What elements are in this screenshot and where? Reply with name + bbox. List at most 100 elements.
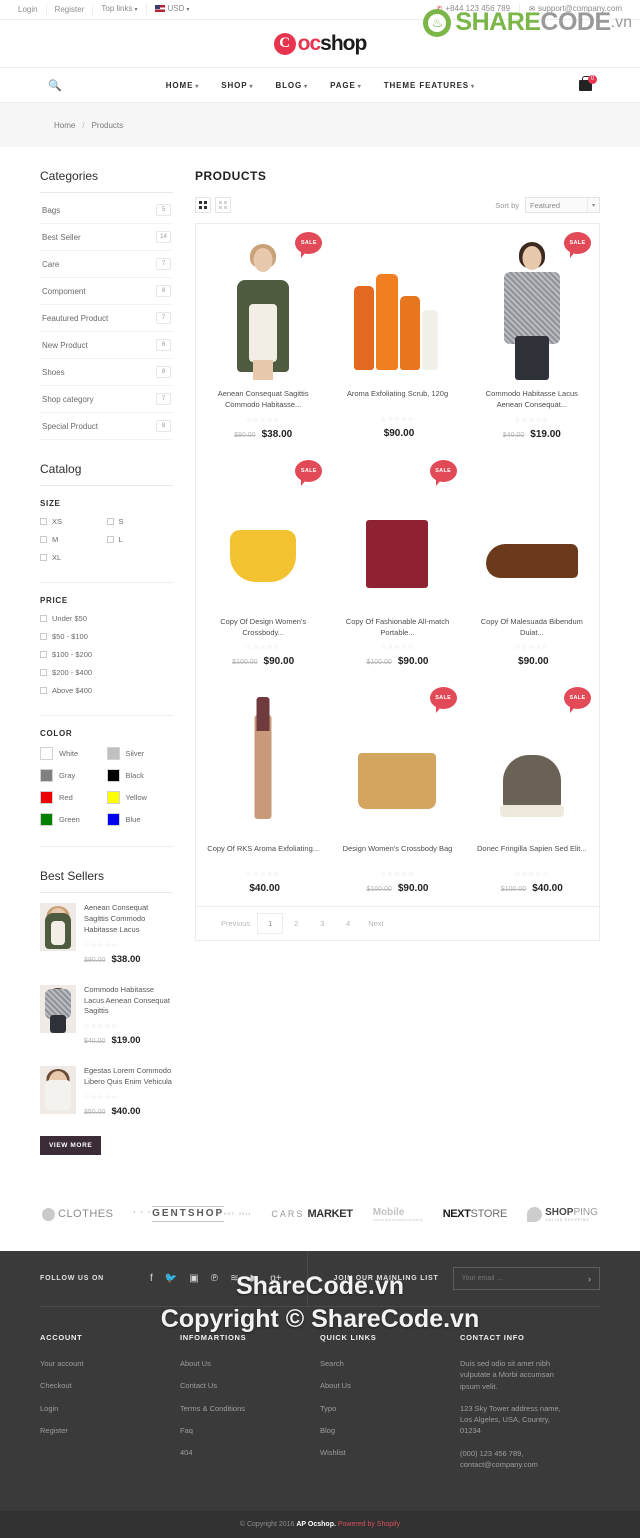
product-card[interactable]: Aroma Exfoliating Scrub, 120g ☆☆☆☆☆ $90.… — [330, 224, 464, 452]
color-option-green[interactable]: Green — [40, 813, 107, 826]
sidebar-item-care[interactable]: Care 7 — [40, 251, 173, 278]
checkbox[interactable] — [40, 687, 47, 694]
list-view-button[interactable] — [215, 197, 231, 213]
checkbox[interactable] — [106, 536, 114, 543]
rss-icon[interactable]: ≋ — [230, 1273, 238, 1284]
color-option-silver[interactable]: Silver — [106, 747, 174, 760]
grid-view-button[interactable] — [195, 197, 211, 213]
color-option-black[interactable]: Black — [106, 769, 174, 782]
checkbox[interactable] — [106, 518, 114, 525]
checkbox[interactable] — [40, 669, 47, 676]
color-swatch[interactable] — [40, 813, 53, 826]
color-option-white[interactable]: White — [40, 747, 107, 760]
color-option-yellow[interactable]: Yellow — [106, 791, 174, 804]
footer-link-terms[interactable]: Terms & Conditions — [180, 1403, 320, 1414]
sidebar-item-new-product[interactable]: New Product 6 — [40, 332, 173, 359]
footer-link-your-account[interactable]: Your account — [40, 1358, 180, 1369]
pagination-page-4[interactable]: 4 — [335, 913, 361, 934]
site-logo[interactable]: C oc shop — [273, 32, 367, 56]
pinterest-icon[interactable]: ℗ — [211, 1273, 218, 1284]
sidebar-item-shoes[interactable]: Shoes 8 — [40, 359, 173, 386]
checkbox[interactable] — [40, 536, 47, 543]
breadcrumb-home[interactable]: Home — [54, 121, 75, 130]
checkbox[interactable] — [40, 633, 47, 640]
color-swatch[interactable] — [40, 747, 53, 760]
footer-link-typo[interactable]: Typo — [320, 1403, 460, 1414]
sort-select[interactable]: Featured ▾ — [525, 197, 600, 213]
color-option-red[interactable]: Red — [40, 791, 107, 804]
footer-link-blog[interactable]: Blog — [320, 1425, 460, 1436]
brand-logo-nextstore[interactable]: NEXT STORE — [443, 1208, 508, 1220]
pagination-page-1[interactable]: 1 — [257, 913, 284, 934]
pagination-next[interactable]: Next — [361, 913, 390, 934]
size-option-m[interactable]: M — [40, 535, 107, 544]
brand-logo-gentshop[interactable]: * * * GENTSHOP EST. 2011 — [133, 1205, 251, 1223]
product-card[interactable]: SALE Aenean Consequat Sagittis Commodo H… — [196, 224, 330, 452]
pagination-previous[interactable]: Previous — [214, 913, 257, 934]
top-links-dropdown[interactable]: Top links ▾ — [93, 4, 147, 15]
powered-by-link[interactable]: Powered by Shopify — [338, 1521, 400, 1528]
brand-logo-mobile[interactable]: Mobile Lorem ipsum dolor sit facing — [373, 1206, 423, 1222]
footer-link-wishlist[interactable]: Wishlist — [320, 1447, 460, 1458]
login-link[interactable]: Login — [14, 4, 47, 15]
size-option-s[interactable]: S — [106, 517, 174, 526]
color-swatch[interactable] — [106, 769, 120, 782]
footer-link-search[interactable]: Search — [320, 1358, 460, 1369]
pagination-page-3[interactable]: 3 — [309, 913, 335, 934]
view-more-button[interactable]: VIEW MORE — [40, 1136, 102, 1155]
checkbox[interactable] — [40, 518, 47, 525]
sidebar-item-special-product[interactable]: Special Product 8 — [40, 413, 173, 440]
sidebar-item-best-seller[interactable]: Best Seller 14 — [40, 224, 173, 251]
nav-item-page[interactable]: PAGE ▾ — [330, 81, 362, 90]
sidebar-item-shop-category[interactable]: Shop category 7 — [40, 386, 173, 413]
google-plus-icon[interactable]: g+ — [270, 1273, 281, 1284]
register-link[interactable]: Register — [47, 4, 94, 15]
price-option-above-400[interactable]: Above $400 — [40, 686, 173, 695]
brand-logo-carsmarket[interactable]: CARS MARKET — [271, 1208, 353, 1220]
nav-item-blog[interactable]: BLOG ▾ — [275, 81, 308, 90]
pagination-page-2[interactable]: 2 — [283, 913, 309, 934]
checkbox[interactable] — [40, 554, 47, 561]
size-option-xs[interactable]: XS — [40, 517, 107, 526]
checkbox[interactable] — [40, 615, 47, 622]
product-card[interactable]: SALE Commodo Habitasse Lacus Aenean Cons… — [465, 224, 599, 452]
sidebar-item-bags[interactable]: Bags 5 — [40, 197, 173, 224]
footer-link-about-us-quick[interactable]: About Us — [320, 1380, 460, 1391]
sidebar-item-feautured-product[interactable]: Feautured Product 7 — [40, 305, 173, 332]
list-item[interactable]: Egestas Lorem Commodo Libero Quis Enim V… — [40, 1056, 173, 1127]
color-swatch[interactable] — [106, 747, 120, 760]
cart-button[interactable]: 0 — [578, 74, 597, 91]
search-icon[interactable]: 🔍 — [48, 79, 62, 92]
instagram-icon[interactable]: ▣ — [189, 1273, 198, 1284]
footer-link-faq[interactable]: Faq — [180, 1425, 320, 1436]
footer-link-register[interactable]: Register — [40, 1425, 180, 1436]
footer-link-contact-us[interactable]: Contact Us — [180, 1380, 320, 1391]
color-swatch[interactable] — [40, 769, 53, 782]
footer-link-about-us[interactable]: About Us — [180, 1358, 320, 1369]
color-option-blue[interactable]: Blue — [106, 813, 174, 826]
color-swatch[interactable] — [40, 791, 53, 804]
price-option-50-100[interactable]: $50 - $100 — [40, 632, 173, 641]
nav-item-home[interactable]: HOME ▾ — [166, 81, 200, 90]
product-card[interactable]: SALE Copy Of Fashionable All-match Porta… — [330, 452, 464, 680]
product-card[interactable]: Copy Of Malesuada Bibendum Duiat... ☆☆☆☆… — [465, 452, 599, 680]
footer-link-404[interactable]: 404 — [180, 1447, 320, 1458]
size-option-xl[interactable]: XL — [40, 553, 107, 562]
email-info[interactable]: ✉ support@company.com — [520, 4, 626, 15]
size-option-l[interactable]: L — [106, 535, 174, 544]
product-card[interactable]: SALE Copy Of Design Women's Crossbody...… — [196, 452, 330, 680]
color-option-gray[interactable]: Gray — [40, 769, 107, 782]
email-input[interactable] — [461, 1275, 588, 1282]
currency-dropdown[interactable]: USD ▾ — [147, 4, 198, 15]
list-item[interactable]: Commodo Habitasse Lacus Aenean Consequat… — [40, 975, 173, 1057]
list-item[interactable]: Aenean Consequat Sagittis Commodo Habita… — [40, 893, 173, 975]
chevron-right-icon[interactable]: › — [588, 1274, 591, 1284]
brand-logo-clothes[interactable]: CLOTHES — [42, 1207, 113, 1221]
twitter-icon[interactable]: 🐦 — [165, 1273, 177, 1284]
price-option-200-400[interactable]: $200 - $400 — [40, 668, 173, 677]
brand-logo-shopping[interactable]: SHOPPING ONLINE SHOPPING — [527, 1206, 598, 1222]
sidebar-item-compoment[interactable]: Compoment 8 — [40, 278, 173, 305]
checkbox[interactable] — [40, 651, 47, 658]
price-option-under-50[interactable]: Under $50 — [40, 614, 173, 623]
price-option-100-200[interactable]: $100 - $200 — [40, 650, 173, 659]
